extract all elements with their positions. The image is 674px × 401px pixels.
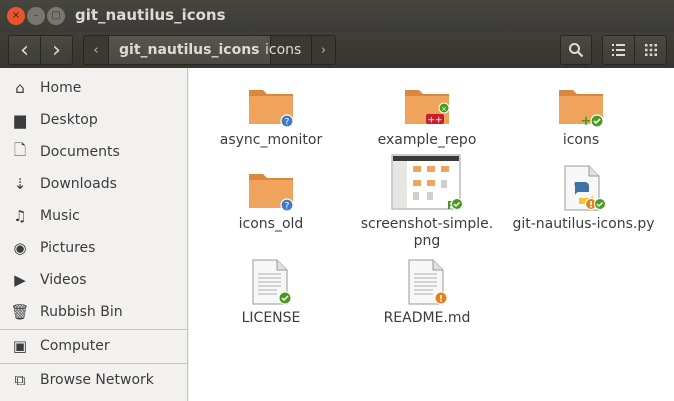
maximize-window-button[interactable]: □: [47, 7, 65, 25]
close-window-button[interactable]: ×: [7, 7, 25, 25]
file-label: screenshot-simple. png: [360, 216, 494, 249]
sidebar-item-label: Videos: [40, 272, 87, 288]
sidebar-item-documents[interactable]: 🗋 Documents: [0, 136, 187, 168]
file-label: LICENSE: [241, 310, 301, 326]
window-title: git_nautilus_icons: [75, 6, 226, 24]
sidebar-item-browse-network[interactable]: ⧉ Browse Network: [0, 364, 187, 396]
back-button[interactable]: ‹: [8, 35, 41, 65]
sidebar-item-label: Desktop: [40, 112, 98, 128]
sidebar-item-label: Computer: [40, 338, 110, 354]
computer-icon: ▣: [12, 337, 28, 355]
toolbar: ‹ › ‹ git_nautilus_icons icons ›: [0, 32, 674, 68]
sidebar-item-label: Rubbish Bin: [40, 304, 123, 320]
file-item-icons[interactable]: + icons: [511, 84, 651, 149]
grid-view-icon: [644, 44, 657, 56]
file-item-readme-md[interactable]: ! README.md: [357, 258, 497, 327]
svg-text:+: +: [581, 114, 592, 128]
sidebar-item-home[interactable]: ⌂ Home: [0, 72, 187, 104]
sidebar-item-desktop[interactable]: ▆ Desktop: [0, 104, 187, 136]
sidebar-item-rubbish-bin[interactable]: 🗑 Rubbish Bin: [0, 296, 187, 328]
download-icon: ⇣: [13, 175, 27, 193]
desktop-icon: ▆: [14, 111, 26, 129]
sidebar-item-music[interactable]: ♫ Music: [0, 200, 187, 232]
file-item-screenshot-simple-png[interactable]: R screenshot-simple. png: [357, 154, 497, 250]
sidebar-item-label: Browse Network: [40, 372, 154, 388]
svg-text:!: !: [439, 295, 443, 305]
forward-button[interactable]: ›: [40, 35, 73, 65]
camera-icon: ◉: [13, 239, 27, 257]
breadcrumb-scroll-right[interactable]: ›: [311, 36, 335, 64]
folder-icon: ++ ×: [405, 90, 450, 126]
file-view: ? async_monitor ++ × example_repo + icon…: [189, 68, 674, 401]
file-item-icons-old[interactable]: ? icons_old: [201, 168, 341, 233]
title-bar: × – □ git_nautilus_icons: [0, 0, 674, 32]
list-view-icon: [611, 44, 625, 56]
file-label: icons: [562, 132, 600, 148]
image-thumbnail-icon: R: [391, 154, 463, 212]
python-file-icon: !: [564, 165, 606, 211]
file-item-example-repo[interactable]: ++ × example_repo: [357, 84, 497, 149]
sidebar: ⌂ Home ▆ Desktop 🗋 Documents ⇣ Downloads ♫ Mu…: [0, 68, 188, 401]
folder-icon: +: [559, 90, 604, 129]
svg-text:×: ×: [441, 105, 447, 113]
home-icon: ⌂: [15, 79, 25, 97]
sidebar-item-label: Music: [40, 208, 80, 224]
sidebar-item-label: Home: [40, 80, 82, 96]
document-icon: 🗋: [13, 140, 27, 159]
breadcrumb: ‹ git_nautilus_icons icons ›: [83, 35, 336, 65]
svg-text:!: !: [588, 201, 592, 211]
search-button[interactable]: [560, 35, 592, 65]
video-icon: ▶: [14, 271, 26, 289]
breadcrumb-scroll-left[interactable]: ‹: [84, 36, 108, 64]
sidebar-item-label: Documents: [40, 144, 120, 160]
sidebar-item-videos[interactable]: ▶ Videos: [0, 264, 187, 296]
grid-view-button[interactable]: [634, 35, 667, 65]
text-file-icon: [252, 259, 292, 305]
svg-text:?: ?: [285, 118, 290, 128]
file-label: git-nautilus-icons.py: [512, 216, 655, 232]
trash-icon: 🗑: [10, 303, 30, 321]
file-item-license[interactable]: LICENSE: [201, 258, 341, 327]
file-item-git-nautilus-icons-py[interactable]: ! git-nautilus-icons.py: [511, 164, 656, 233]
network-icon: ⧉: [14, 371, 26, 389]
file-label: async_monitor: [219, 132, 323, 148]
list-view-button[interactable]: [602, 35, 635, 65]
folder-icon: ?: [249, 90, 294, 128]
file-label: README.md: [383, 310, 471, 326]
sidebar-item-label: Downloads: [40, 176, 117, 192]
svg-text:++: ++: [427, 116, 442, 126]
breadcrumb-item-git-nautilus-icons[interactable]: git_nautilus_icons: [108, 36, 271, 64]
folder-icon: ?: [249, 174, 294, 212]
svg-text:?: ?: [285, 202, 290, 212]
file-label: icons_old: [238, 216, 304, 232]
minimize-window-button[interactable]: –: [27, 7, 45, 25]
search-icon: [569, 43, 584, 58]
breadcrumb-item-icons[interactable]: icons: [265, 36, 301, 64]
sidebar-item-pictures[interactable]: ◉ Pictures: [0, 232, 187, 264]
sidebar-item-downloads[interactable]: ⇣ Downloads: [0, 168, 187, 200]
file-item-async-monitor[interactable]: ? async_monitor: [201, 84, 341, 149]
file-label: example_repo: [377, 132, 477, 148]
sidebar-item-label: Pictures: [40, 240, 96, 256]
text-file-icon: !: [408, 259, 448, 305]
music-icon: ♫: [13, 207, 27, 225]
sidebar-item-computer[interactable]: ▣ Computer: [0, 330, 187, 362]
